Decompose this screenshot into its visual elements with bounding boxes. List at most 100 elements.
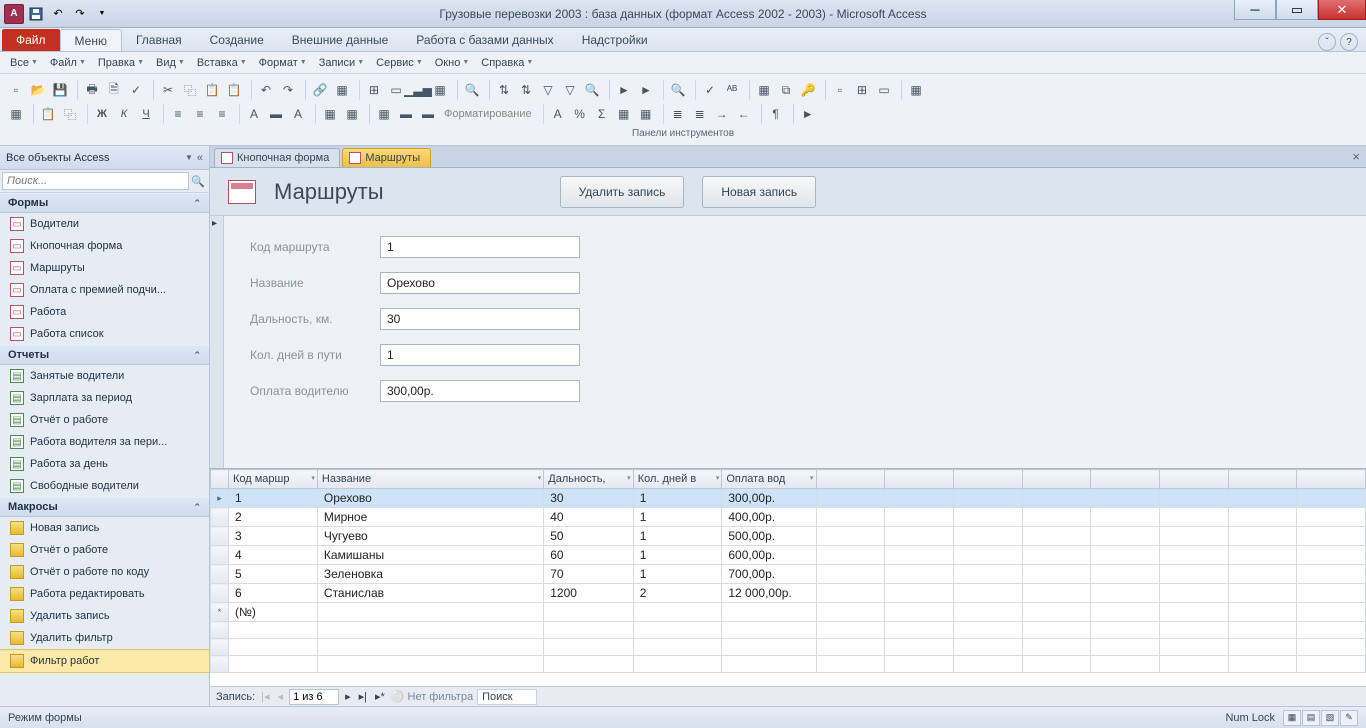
nav-item[interactable]: ▤Свободные водители [0,475,209,497]
grid-icon[interactable]: ▦ [636,104,656,124]
column-dropdown-icon[interactable]: ▾ [627,474,631,482]
empty-cell[interactable] [1159,603,1228,622]
field-input-0[interactable] [380,236,580,258]
empty-cell[interactable] [1022,508,1091,527]
right-icon[interactable]: ≡ [212,104,232,124]
row-header-corner[interactable] [211,470,229,489]
pct-icon[interactable]: % [570,104,590,124]
cell[interactable]: 1 [633,489,722,508]
ribbon-tab-3[interactable]: Внешние данные [278,29,403,51]
empty-cell[interactable] [1159,546,1228,565]
empty-cell[interactable] [1091,527,1160,546]
empty-column[interactable] [885,470,954,489]
empty-cell[interactable] [1228,546,1297,565]
nav-item[interactable]: Фильтр работ [0,649,209,673]
row-selector[interactable] [211,546,229,565]
cell[interactable]: Камишаны [317,546,543,565]
empty-cell[interactable] [1159,508,1228,527]
empty-cell[interactable] [1022,584,1091,603]
empty-cell[interactable] [816,546,885,565]
empty-cell[interactable] [1228,489,1297,508]
record-selector[interactable] [210,216,224,468]
empty-cell[interactable] [885,584,954,603]
empty-cell[interactable] [1297,603,1366,622]
menu-сервис[interactable]: Сервис ▼ [372,55,427,71]
nav-item[interactable]: Отчёт о работе по коду [0,561,209,583]
cell[interactable]: 700,00р. [722,565,816,584]
column-dropdown-icon[interactable]: ▾ [716,474,720,482]
empty-cell[interactable] [1091,603,1160,622]
fill-icon[interactable]: ▬ [396,104,416,124]
list-icon[interactable]: ≣ [690,104,710,124]
save-icon[interactable] [26,4,46,24]
empty-cell[interactable] [816,527,885,546]
view-icon[interactable]: ▦ [332,80,352,100]
empty-column[interactable] [1022,470,1091,489]
last-record-button[interactable]: ▸| [357,690,369,703]
grid-icon[interactable]: ▦ [754,80,774,100]
empty-column[interactable] [953,470,1022,489]
nav-item[interactable]: Удалить фильтр [0,627,209,649]
cell[interactable]: 70 [544,565,633,584]
ribbon-tab-0[interactable]: Меню [60,29,122,51]
nav-item[interactable]: ▭Маршруты [0,257,209,279]
menu-записи[interactable]: Записи ▼ [315,55,368,71]
close-tab-icon[interactable]: × [1352,149,1360,164]
nav-group-1[interactable]: Отчеты⌃ [0,345,209,365]
empty-cell[interactable] [1297,584,1366,603]
empty-cell[interactable] [722,603,816,622]
cell[interactable]: 1 [228,489,317,508]
row-selector[interactable]: ▸ [211,489,229,508]
list-icon[interactable]: ≣ [668,104,688,124]
font-icon[interactable]: A [244,104,264,124]
menu-окно[interactable]: Окно ▼ [431,55,474,71]
goto-icon[interactable]: ► [798,104,818,124]
column-header[interactable]: Название▾ [317,470,543,489]
save-icon[interactable]: 💾 [50,80,70,100]
empty-cell[interactable] [1091,508,1160,527]
search-box[interactable]: Поиск [477,689,537,705]
empty-cell[interactable] [953,565,1022,584]
cell[interactable]: 1 [633,508,722,527]
table-row[interactable]: 3Чугуево501500,00р. [211,527,1366,546]
new-row-selector[interactable]: * [211,603,229,622]
bold-icon[interactable]: Ж [92,104,112,124]
indent-icon[interactable]: → [712,104,732,124]
empty-cell[interactable] [544,603,633,622]
empty-cell[interactable] [1297,489,1366,508]
empty-cell[interactable] [1228,508,1297,527]
paste-icon[interactable]: 📋 [202,80,222,100]
print-icon[interactable]: 🖶 [82,80,102,100]
row-selector[interactable] [211,508,229,527]
empty-cell[interactable] [1022,565,1091,584]
empty-cell[interactable] [317,603,543,622]
empty-cell[interactable] [1228,527,1297,546]
empty-cell[interactable] [1022,527,1091,546]
paste-icon[interactable]: 📋 [38,104,58,124]
app-icon[interactable]: A [4,4,24,24]
cell[interactable]: Станислав [317,584,543,603]
cell[interactable]: 30 [544,489,633,508]
chart-icon[interactable]: ▁▃▅ [408,80,428,100]
nav-item[interactable]: ▭Работа список [0,323,209,345]
cell[interactable]: 2 [633,584,722,603]
data-grid[interactable]: Код маршр▾Название▾Дальность,▾Кол. дней … [210,469,1366,673]
empty-cell[interactable] [953,489,1022,508]
ribbon-tab-4[interactable]: Работа с базами данных [402,29,567,51]
design-view-button[interactable]: ✎ [1340,710,1358,726]
nav-item[interactable]: ▭Оплата с премией подчи... [0,279,209,301]
empty-column[interactable] [1091,470,1160,489]
under-icon[interactable]: Ч [136,104,156,124]
empty-cell[interactable] [1228,603,1297,622]
empty-cell[interactable] [885,603,954,622]
empty-cell[interactable] [885,508,954,527]
cell[interactable]: 1 [633,565,722,584]
cell[interactable]: 2 [228,508,317,527]
empty-cell[interactable] [1297,527,1366,546]
link-icon[interactable]: 🔗 [310,80,330,100]
nav-search-input[interactable] [2,172,189,190]
field-input-4[interactable] [380,380,580,402]
record-position-input[interactable] [289,689,339,705]
goto-icon[interactable]: ► [614,80,634,100]
key-icon[interactable]: 🔑 [798,80,818,100]
